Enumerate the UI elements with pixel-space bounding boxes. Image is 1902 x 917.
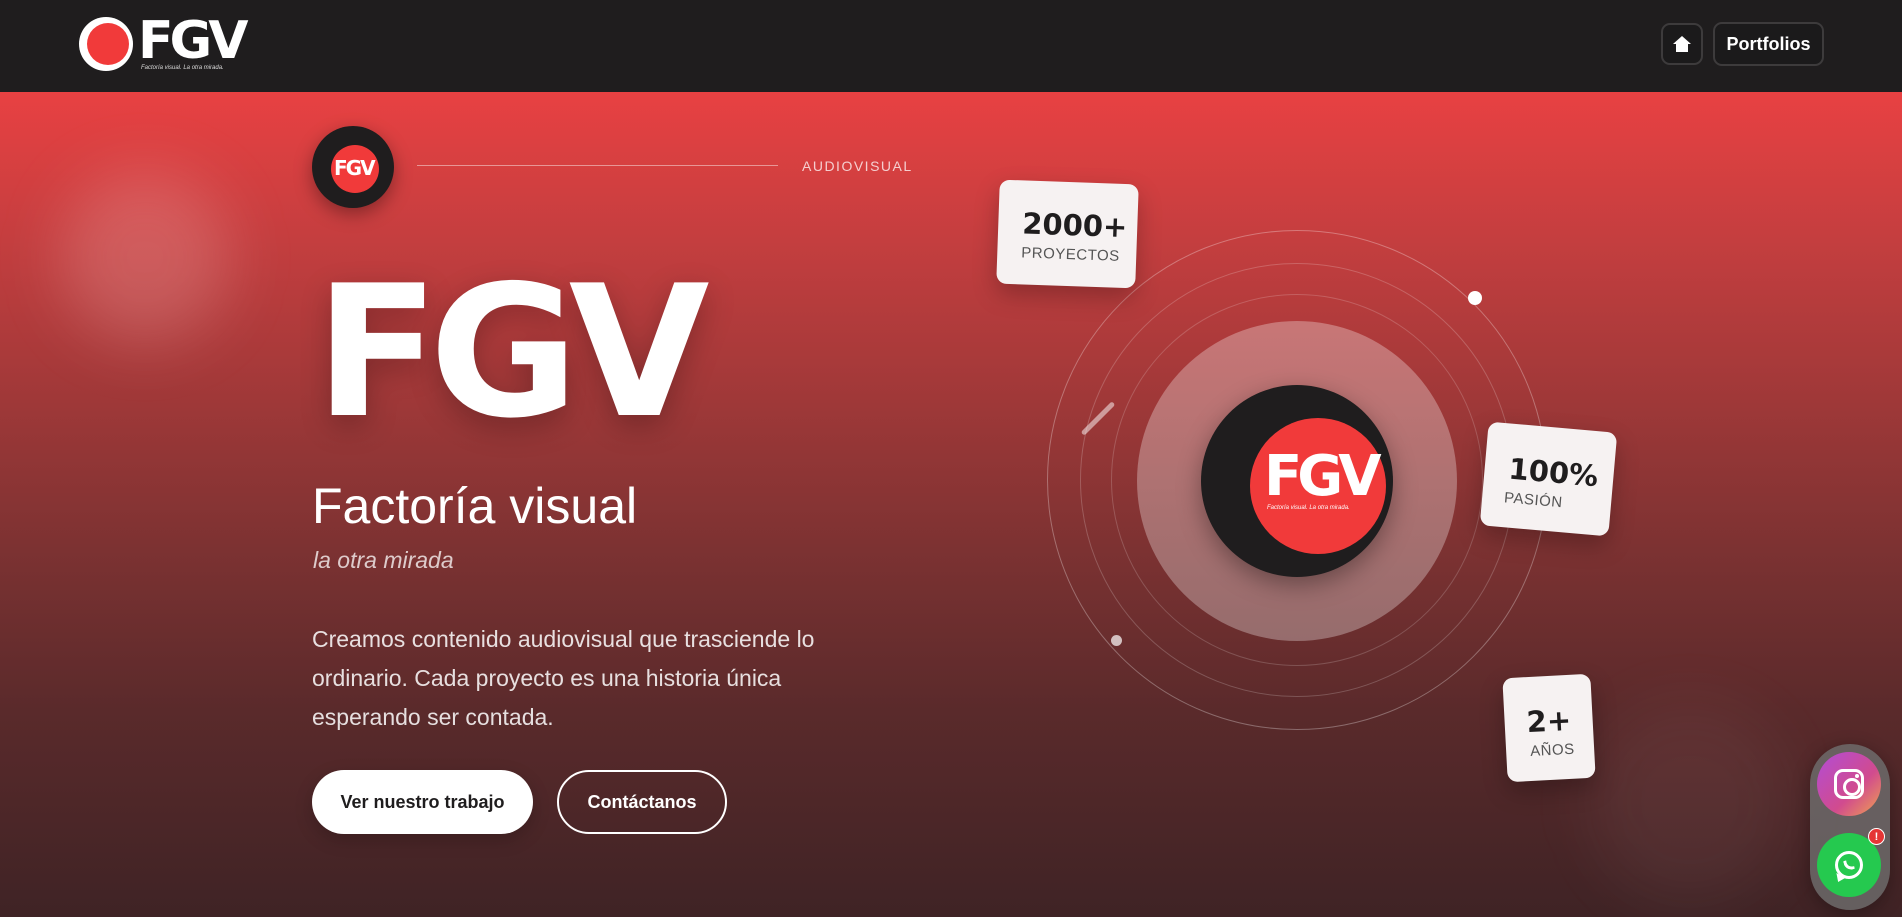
hero-tagline: la otra mirada [313, 547, 454, 573]
contact-button[interactable]: Contáctanos [557, 770, 727, 834]
hero-subtitle: Factoría visual [312, 478, 638, 534]
phone-icon [1843, 859, 1855, 871]
section-label: AUDIOVISUAL [802, 158, 913, 174]
background-glow [60, 172, 230, 342]
background-glow [1590, 702, 1790, 902]
stat-card-passion: 100% PASIÓN [1479, 421, 1618, 537]
stat-card-years: 2+ AÑOS [1502, 673, 1596, 783]
stat-value: 2000+ [1021, 206, 1128, 245]
stat-label: PROYECTOS [1021, 244, 1120, 265]
badge-logo-text: FGV [334, 156, 376, 180]
orbit-dot [1468, 291, 1482, 305]
logo-circle-icon [79, 17, 133, 71]
hero-description: Creamos contenido audiovisual que trasci… [312, 626, 815, 730]
stat-label: AÑOS [1529, 740, 1576, 761]
stat-label: PASIÓN [1503, 489, 1564, 512]
hero-logo-badge: FGV [312, 126, 394, 208]
brand-logo[interactable]: FGV Factoría visual. La otra mirada. [78, 11, 248, 76]
hero-section: FGV AUDIOVISUAL FGV Factoría visual la o… [0, 92, 1902, 917]
home-icon [1673, 36, 1691, 52]
portfolios-button[interactable]: Portfolios [1713, 22, 1824, 66]
top-navbar: FGV Factoría visual. La otra mirada. Por… [0, 0, 1902, 92]
center-logo-text: FGV [1264, 444, 1382, 509]
orbit-dot [1111, 635, 1122, 646]
stat-card-projects: 2000+ PROYECTOS [996, 179, 1139, 289]
divider-line [417, 165, 778, 166]
instagram-button[interactable] [1817, 752, 1881, 816]
stat-value: 2+ [1525, 702, 1572, 740]
center-logo-tagline: Factoría visual. La otra mirada. [1267, 505, 1350, 511]
notification-badge: ! [1868, 828, 1885, 845]
logo-text: FGV [138, 11, 248, 71]
stat-value: 100% [1507, 451, 1600, 494]
view-work-button[interactable]: Ver nuestro trabajo [312, 770, 533, 834]
logo-tagline: Factoría visual. La otra mirada. [141, 65, 224, 71]
center-logo: FGV Factoría visual. La otra mirada. [1201, 385, 1393, 577]
hero-title: FGV [315, 246, 710, 458]
whatsapp-icon [1835, 851, 1863, 879]
instagram-icon [1834, 769, 1864, 799]
social-floating-bar: ! [1810, 744, 1890, 910]
home-button[interactable] [1661, 23, 1703, 65]
